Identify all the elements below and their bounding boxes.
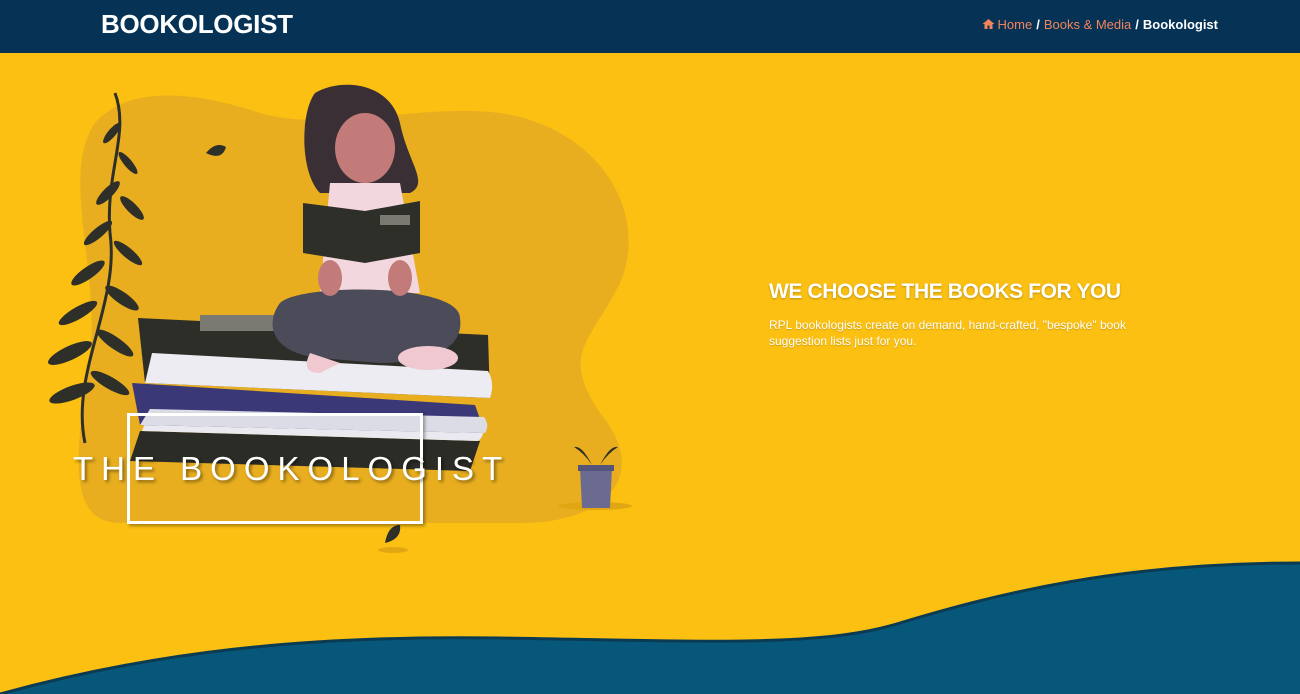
- hero-text-block: WE CHOOSE THE BOOKS FOR YOU RPL bookolog…: [769, 280, 1149, 349]
- breadcrumb-home[interactable]: Home: [982, 17, 1033, 32]
- breadcrumb-books-media[interactable]: Books & Media: [1044, 17, 1131, 32]
- bottom-wave: [0, 561, 1300, 694]
- breadcrumb-current: Bookologist: [1142, 17, 1218, 32]
- hero-title: WE CHOOSE THE BOOKS FOR YOU: [769, 280, 1121, 303]
- breadcrumb-separator: /: [1036, 17, 1040, 32]
- site-brand[interactable]: BOOKOLOGIST: [101, 9, 293, 40]
- breadcrumb-home-label: Home: [997, 17, 1033, 32]
- top-navbar: BOOKOLOGIST Home / Books & Media / Booko…: [0, 0, 1300, 53]
- breadcrumb: Home / Books & Media / Bookologist: [982, 17, 1218, 32]
- hero-banner: THE BOOKOLOGIST WE CHOOSE THE BOOKS FOR …: [0, 53, 1300, 694]
- breadcrumb-separator: /: [1135, 17, 1139, 32]
- hero-description: RPL bookologists create on demand, hand-…: [769, 318, 1126, 348]
- reading-woman-illustration: [48, 84, 632, 553]
- home-icon: [982, 19, 995, 29]
- logo-wordmark: THE BOOKOLOGIST: [73, 450, 511, 487]
